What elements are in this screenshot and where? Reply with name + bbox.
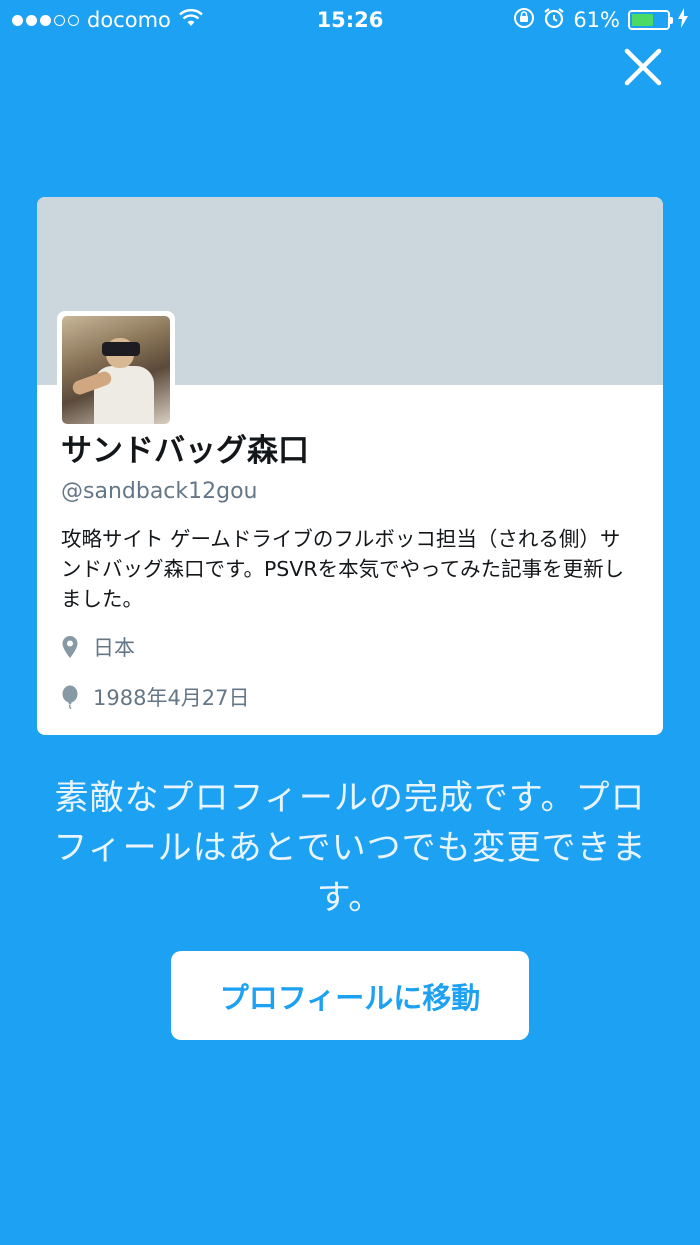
battery-fill (632, 14, 653, 26)
go-to-profile-button[interactable]: プロフィールに移動 (171, 951, 529, 1040)
profile-location: 日本 (61, 632, 639, 662)
profile-handle: @sandback12gou (61, 479, 258, 504)
profile-preview-card: サンドバッグ森口 @sandback12gou 攻略サイト ゲームドライブのフル… (37, 197, 663, 735)
carrier-label: docomo (87, 8, 171, 32)
profile-birthday-text: 1988年4月27日 (93, 686, 250, 710)
profile-bio: 攻略サイト ゲームドライブのフルボッコ担当（される側）サンドバッグ森口です。PS… (61, 527, 625, 611)
status-bar: docomo 15:26 61% (0, 0, 700, 40)
close-icon (624, 48, 662, 86)
status-bar-left: docomo (12, 8, 203, 32)
profile-details: サンドバッグ森口 @sandback12gou 攻略サイト ゲームドライブのフル… (61, 429, 639, 712)
battery-percent: 61% (573, 8, 620, 32)
profile-location-text: 日本 (93, 636, 135, 660)
charging-bolt-icon (678, 7, 688, 33)
profile-name: サンドバッグ森口 (61, 433, 309, 469)
battery-icon (628, 10, 673, 30)
signal-strength-icon (12, 14, 79, 26)
close-button[interactable] (622, 46, 664, 88)
avatar-photo (62, 316, 170, 424)
orientation-lock-icon (513, 7, 535, 34)
profile-birthday: 1988年4月27日 (61, 682, 639, 712)
wifi-icon (179, 8, 203, 32)
location-pin-icon (61, 635, 79, 659)
balloon-icon (61, 685, 79, 710)
completion-message: 素敵なプロフィールの完成です。プロフィールはあとでいつでも変更できます。 (53, 778, 647, 918)
status-bar-right: 61% (513, 7, 688, 34)
alarm-icon (543, 7, 565, 34)
avatar (57, 311, 175, 429)
